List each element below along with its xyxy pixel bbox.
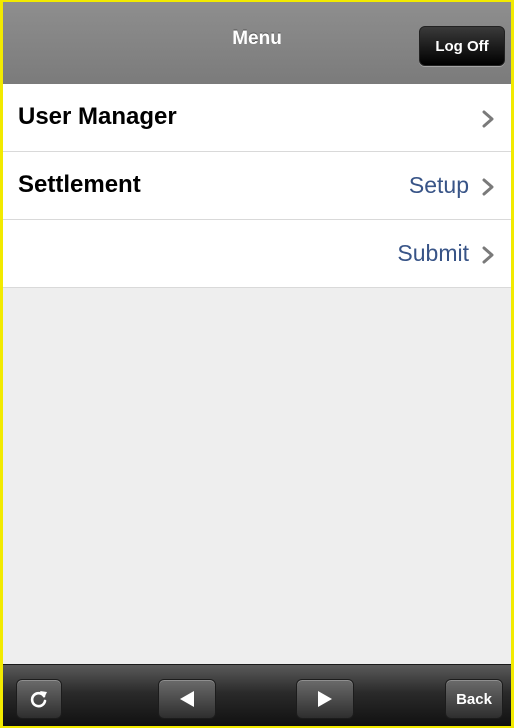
bottom-toolbar: Back [3,664,511,726]
list-item-detail: Submit [397,240,469,266]
log-off-button[interactable]: Log Off [419,26,505,66]
list-item-label: Settlement [18,171,141,198]
list-item-label: User Manager [18,103,177,130]
arrow-right-icon [318,691,332,707]
back-button[interactable]: Back [445,679,503,719]
list-item-user-manager[interactable]: User Manager [3,84,511,152]
refresh-icon [30,691,47,708]
chevron-right-icon [482,246,494,264]
arrow-left-icon [180,691,194,707]
menu-list: User Manager Settlement Setup Submit [3,84,511,288]
list-item-settlement-submit[interactable]: Submit [3,220,511,288]
refresh-button[interactable] [16,679,62,719]
navigation-bar: Menu Log Off [3,2,511,84]
app-frame: Menu Log Off User Manager Settlement Set… [0,0,514,728]
previous-button[interactable] [158,679,216,719]
list-item-settlement-setup[interactable]: Settlement Setup [3,152,511,220]
chevron-right-icon [482,178,494,196]
list-item-detail: Setup [408,172,469,198]
chevron-right-icon [482,110,494,128]
next-button[interactable] [296,679,354,719]
